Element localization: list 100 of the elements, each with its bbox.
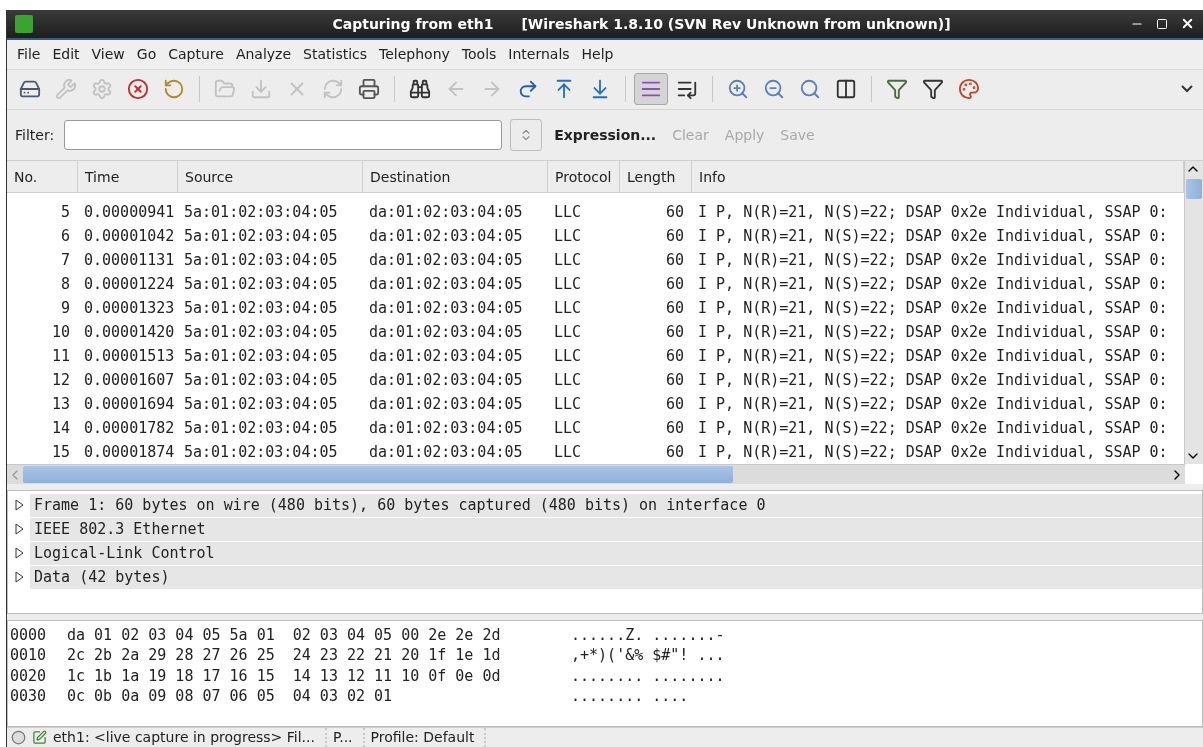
expander-icon[interactable]	[14, 546, 24, 561]
table-cell-text: 8	[59, 275, 71, 294]
table-cell-text: I P, N(R)=21, N(S)=22; DSAP 0x2e Individual, SSAP 0:	[697, 299, 1169, 318]
table-cell-text: 0.00001874	[83, 443, 176, 462]
table-cell-text: da:01:02:03:04:05	[368, 203, 524, 222]
ascii-text: ......Z. .......-	[571, 625, 726, 644]
ascii-text: ........ ....	[571, 687, 690, 706]
table-cell-text: LLC	[553, 443, 583, 462]
table-cell-text: LLC	[553, 203, 583, 222]
table-cell-text: 7	[59, 251, 71, 270]
table-cell-text: 0.00001420	[83, 323, 176, 342]
menu-item[interactable]: Telephony	[373, 46, 456, 63]
expander-icon[interactable]	[14, 522, 24, 537]
table-cell-text: 5a:01:02:03:04:05	[183, 203, 339, 222]
column-header[interactable]: Destination	[363, 161, 548, 193]
hex-offset: 0000	[10, 625, 48, 644]
table-cell-text: I P, N(R)=21, N(S)=22; DSAP 0x2e Individual, SSAP 0:	[697, 419, 1169, 438]
table-cell-text: da:01:02:03:04:05	[368, 371, 524, 390]
table-cell-text: 0.00001607	[83, 371, 176, 390]
column-header[interactable]: No.	[7, 161, 78, 193]
scrollbar-thumb[interactable]	[1186, 179, 1202, 200]
tree-item[interactable]: Frame 1: 60 bytes on wire (480 bits), 60 bytes captured (480 bits) on interface 0	[30, 493, 1202, 517]
table-cell-text: 5a:01:02:03:04:05	[183, 323, 339, 342]
wrench-icon	[55, 78, 77, 101]
table-cell-text: 12	[50, 371, 71, 390]
hex-offset: 0010	[10, 646, 48, 665]
table-cell-text: 60	[664, 395, 685, 414]
table-cell-text: 5a:01:02:03:04:05	[183, 275, 339, 294]
hex-offset: 0020	[10, 666, 48, 685]
binoculars-icon	[409, 78, 431, 101]
vertical-scrollbar[interactable]	[1184, 161, 1203, 465]
menu-item[interactable]: Internals	[502, 46, 576, 63]
table-cell-text: da:01:02:03:04:05	[368, 395, 524, 414]
expander-icon[interactable]	[14, 570, 24, 585]
table-cell-text: LLC	[553, 395, 583, 414]
menu-item[interactable]: Go	[130, 46, 163, 63]
table-cell-text: 5a:01:02:03:04:05	[183, 371, 339, 390]
reload-icon	[322, 78, 344, 101]
stop-icon	[127, 78, 149, 101]
table-cell-text: 15	[50, 443, 71, 462]
menu-item[interactable]: Statistics	[297, 46, 374, 63]
table-cell-text: LLC	[553, 251, 583, 270]
table-cell-text: I P, N(R)=21, N(S)=22; DSAP 0x2e Individual, SSAP 0:	[697, 443, 1169, 462]
table-cell-text: 60	[664, 323, 685, 342]
hex-offset: 0030	[10, 687, 48, 706]
table-cell-text: da:01:02:03:04:05	[368, 251, 524, 270]
restart-icon	[163, 78, 185, 101]
table-cell-text: 60	[664, 203, 685, 222]
scrollbar-thumb[interactable]	[23, 466, 733, 484]
menu-item[interactable]: File	[11, 46, 47, 63]
table-cell-text: I P, N(R)=21, N(S)=22; DSAP 0x2e Individual, SSAP 0:	[697, 251, 1169, 270]
table-cell-text: I P, N(R)=21, N(S)=22; DSAP 0x2e Individual, SSAP 0:	[697, 323, 1169, 342]
table-cell-text: da:01:02:03:04:05	[368, 347, 524, 366]
circle-icon[interactable]	[11, 730, 26, 746]
tree-item[interactable]: Logical-Link Control	[30, 541, 1202, 565]
table-cell-text: I P, N(R)=21, N(S)=22; DSAP 0x2e Individual, SSAP 0:	[697, 395, 1169, 414]
hex-bytes: 2c 2b 2a 29 28 27 26 25 24 23 22 21 20 1f 1e 1d	[67, 646, 502, 665]
table-cell-text: 0.00001513	[83, 347, 176, 366]
table-cell-text: 60	[664, 227, 685, 246]
expander-icon[interactable]	[14, 498, 24, 513]
table-cell-text: 5a:01:02:03:04:05	[183, 419, 339, 438]
pencil-note-icon[interactable]	[32, 730, 47, 746]
table-cell-text: 0.00001323	[83, 299, 176, 318]
table-cell-text: I P, N(R)=21, N(S)=22; DSAP 0x2e Individual, SSAP 0:	[697, 227, 1169, 246]
ascii-text: ........ ........	[571, 666, 726, 685]
table-cell-text: da:01:02:03:04:05	[368, 443, 524, 462]
column-header[interactable]: Protocol	[548, 161, 620, 193]
menu-item[interactable]: Capture	[162, 46, 230, 63]
tree-item[interactable]: IEEE 802.3 Ethernet	[30, 517, 1202, 541]
table-cell-text: LLC	[553, 299, 583, 318]
table-cell-text: 9	[59, 299, 71, 318]
maximize-icon[interactable]	[1156, 17, 1168, 30]
table-cell-text: 60	[664, 299, 685, 318]
table-cell-text: da:01:02:03:04:05	[368, 227, 524, 246]
table-cell-text: 5a:01:02:03:04:05	[183, 227, 339, 246]
table-cell-text: 10	[50, 323, 71, 342]
column-header[interactable]: Source	[178, 161, 363, 193]
zoom-out-icon	[763, 78, 785, 101]
column-header[interactable]: Length	[620, 161, 692, 193]
menu-item[interactable]: Tools	[455, 46, 503, 63]
funnel-icon	[922, 78, 944, 101]
table-cell-text: 60	[664, 251, 685, 270]
filter-input[interactable]	[64, 119, 503, 150]
table-cell-text: I P, N(R)=21, N(S)=22; DSAP 0x2e Individual, SSAP 0:	[697, 275, 1169, 294]
tree-item[interactable]: Data (42 bytes)	[30, 565, 1202, 589]
menu-item[interactable]: Edit	[46, 46, 86, 63]
table-cell-text: 0.00001131	[83, 251, 176, 270]
menu-item[interactable]: Help	[575, 46, 620, 63]
table-cell-text: LLC	[553, 227, 583, 246]
table-cell-text: LLC	[553, 419, 583, 438]
column-header[interactable]: Time	[78, 161, 178, 193]
menu-item[interactable]: Analyze	[229, 46, 298, 63]
window-subtitle: [Wireshark 1.8.10 (SVN Rev Unknown from unknown)]	[521, 15, 951, 32]
filter-action-button[interactable]: Expression...	[550, 126, 661, 143]
table-cell-text: 5a:01:02:03:04:05	[183, 347, 339, 366]
table-cell-text: da:01:02:03:04:05	[368, 275, 524, 294]
menu-item[interactable]: View	[85, 46, 131, 63]
status-text: eth1: <live capture in progress> Fil...	[53, 728, 327, 747]
zoom-in-icon	[727, 78, 749, 101]
horizontal-scrollbar[interactable]	[7, 464, 1185, 485]
